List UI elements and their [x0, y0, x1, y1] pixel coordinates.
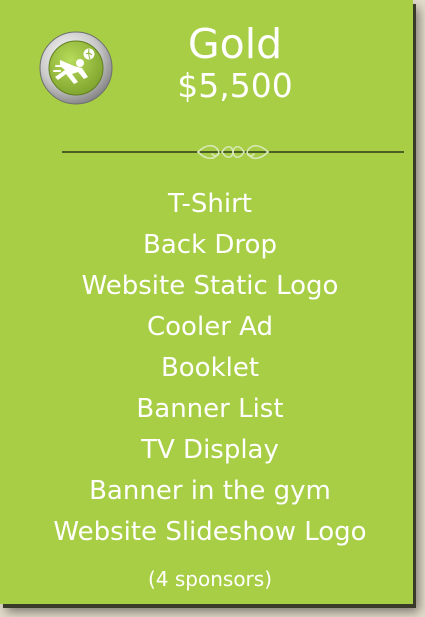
benefits-list: T-Shirt Back Drop Website Static Logo Co…: [0, 184, 425, 553]
list-item: Banner in the gym: [89, 476, 331, 506]
list-item: T-Shirt: [168, 189, 252, 219]
list-item: Website Slideshow Logo: [53, 517, 367, 547]
list-item: Banner List: [136, 394, 284, 424]
list-item: Website Static Logo: [81, 271, 339, 301]
list-item: Cooler Ad: [147, 312, 273, 342]
tier-name: Gold: [187, 20, 283, 68]
sponsor-count-note: (4 sponsors): [147, 567, 272, 591]
tier-price: $5,500: [177, 66, 293, 105]
ornamental-flourish-icon: [62, 140, 404, 164]
volleyball-player-icon: [38, 30, 114, 106]
list-item: Back Drop: [143, 230, 277, 260]
list-item: Booklet: [160, 353, 260, 383]
sponsorship-card: Gold $5,500 T-Shirt Back Drop Website St…: [0, 0, 413, 604]
list-item: TV Display: [141, 435, 279, 465]
tier-header: Gold $5,500: [150, 22, 320, 106]
